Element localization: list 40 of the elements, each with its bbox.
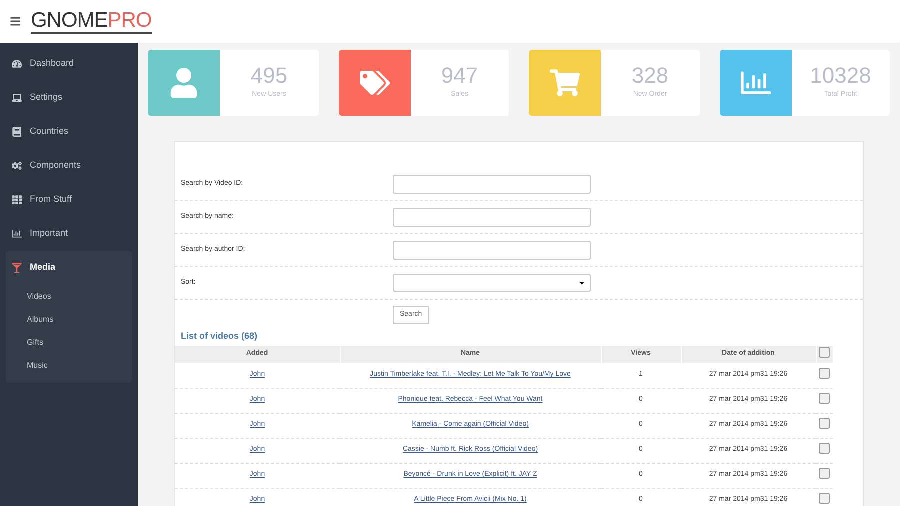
sidebar-item[interactable]: Settings: [0, 81, 138, 115]
list-title: List of videos (68): [180, 330, 259, 343]
sidebar-item[interactable]: Dashboard: [0, 47, 138, 81]
submenu-item[interactable]: Gifts: [6, 331, 132, 354]
submenu-item[interactable]: Albums: [6, 308, 132, 331]
cocktail-glass-icon: [12, 263, 22, 273]
checkbox[interactable]: [819, 442, 830, 454]
laptop-icon: [12, 93, 22, 103]
input-field[interactable]: [393, 208, 591, 226]
checkbox[interactable]: [819, 368, 830, 378]
sidebar-item[interactable]: Media: [0, 251, 138, 285]
grid-icon: [12, 195, 22, 205]
tags-icon: [360, 68, 390, 98]
caret-icon: [578, 279, 586, 287]
sidebar-item[interactable]: From Stuff: [0, 183, 138, 217]
checkbox[interactable]: [819, 468, 830, 479]
bar-chart-icon: [12, 229, 22, 239]
shopping-cart-icon: [550, 68, 580, 98]
menu-icon[interactable]: [10, 16, 21, 27]
sidebar-item[interactable]: Important: [0, 217, 138, 251]
checkbox[interactable]: [819, 492, 830, 504]
input-field[interactable]: [393, 174, 591, 194]
stat-value: 495: [250, 65, 288, 88]
submenu-item[interactable]: Videos: [6, 285, 132, 308]
dashboard-icon: [12, 59, 22, 69]
stat-value: 328: [632, 65, 669, 88]
gears-icon: [12, 161, 22, 171]
sidebar-item[interactable]: Components: [0, 149, 138, 183]
checkbox[interactable]: [819, 392, 830, 404]
checkbox[interactable]: [819, 418, 830, 429]
stat-value: 10328: [810, 65, 872, 88]
submenu-item[interactable]: Music: [6, 354, 132, 377]
stat-value: 947: [441, 65, 478, 88]
sort-dropdown[interactable]: [393, 274, 591, 292]
brand-logo[interactable]: GNOMEPRO: [31, 10, 152, 34]
input-field[interactable]: [393, 240, 591, 260]
sidebar-item[interactable]: Countries: [0, 115, 138, 149]
book-icon: [12, 127, 22, 137]
checkbox[interactable]: [819, 346, 830, 358]
user-icon: [169, 68, 199, 98]
